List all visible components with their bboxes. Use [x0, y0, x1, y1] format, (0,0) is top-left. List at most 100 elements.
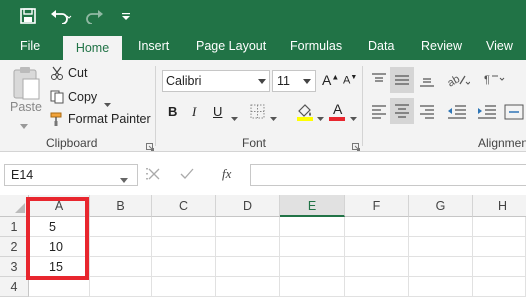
- cell-g2[interactable]: [409, 237, 473, 257]
- cell-g4[interactable]: [409, 277, 473, 297]
- increase-font-size-button[interactable]: A▲: [322, 72, 339, 88]
- tab-page-layout[interactable]: Page Layout: [186, 33, 276, 60]
- name-box[interactable]: E14: [4, 164, 138, 186]
- column-header-g[interactable]: G: [409, 195, 473, 217]
- column-header-h[interactable]: H: [473, 195, 526, 217]
- font-size-select[interactable]: 11: [272, 70, 316, 92]
- cell-e4[interactable]: [280, 277, 345, 297]
- name-box-dropdown-icon[interactable]: [120, 172, 128, 186]
- column-header-f[interactable]: F: [345, 195, 409, 217]
- fill-color-dropdown-icon[interactable]: [317, 110, 324, 124]
- insert-function-button[interactable]: fx: [222, 166, 231, 182]
- paste-label[interactable]: Paste: [10, 100, 42, 114]
- svg-text:ab: ab: [446, 73, 462, 88]
- decrease-font-size-button[interactable]: A▼: [343, 74, 357, 87]
- cell-g1[interactable]: [409, 217, 473, 237]
- format-painter-button[interactable]: Format Painter: [68, 112, 151, 126]
- cell-a4[interactable]: [29, 277, 90, 297]
- cut-button[interactable]: Cut: [68, 66, 87, 80]
- cell-b2[interactable]: [90, 237, 152, 257]
- cell-h4[interactable]: [473, 277, 526, 297]
- cell-b1[interactable]: [90, 217, 152, 237]
- cell-b3[interactable]: [90, 257, 152, 277]
- cancel-icon[interactable]: [148, 168, 160, 183]
- cell-d2[interactable]: [216, 237, 280, 257]
- underline-button[interactable]: U: [213, 104, 222, 119]
- paste-dropdown-icon[interactable]: [20, 118, 28, 132]
- top-align-icon[interactable]: [370, 72, 388, 91]
- cell-e2[interactable]: [280, 237, 345, 257]
- cell-e3[interactable]: [280, 257, 345, 277]
- cell-b4[interactable]: [90, 277, 152, 297]
- tab-insert[interactable]: Insert: [128, 33, 179, 60]
- copy-dropdown-icon[interactable]: [104, 96, 111, 110]
- cell-c1[interactable]: [152, 217, 216, 237]
- customize-dropdown-icon[interactable]: [118, 5, 134, 27]
- cell-f4[interactable]: [345, 277, 409, 297]
- wrap-text-icon[interactable]: ¶: [484, 72, 508, 89]
- cell-h3[interactable]: [473, 257, 526, 277]
- cell-f3[interactable]: [345, 257, 409, 277]
- cell-f1[interactable]: [345, 217, 409, 237]
- format-painter-icon[interactable]: [50, 112, 64, 129]
- align-right-icon[interactable]: [418, 104, 436, 123]
- borders-dropdown-icon[interactable]: [270, 110, 277, 124]
- cell-d4[interactable]: [216, 277, 280, 297]
- clipboard-group-label: Clipboard: [46, 136, 98, 150]
- paste-icon[interactable]: [10, 66, 42, 102]
- svg-text:¶: ¶: [484, 74, 490, 86]
- tab-review[interactable]: Review: [411, 33, 472, 60]
- row-header-4[interactable]: 4: [0, 277, 29, 297]
- cell-d1[interactable]: [216, 217, 280, 237]
- quick-access-toolbar: [0, 0, 526, 33]
- italic-button[interactable]: I: [192, 104, 196, 120]
- tab-formulas[interactable]: Formulas: [280, 33, 352, 60]
- font-color-dropdown-icon[interactable]: [350, 110, 357, 124]
- cut-icon[interactable]: [50, 66, 64, 83]
- cell-c4[interactable]: [152, 277, 216, 297]
- cell-c3[interactable]: [152, 257, 216, 277]
- formula-input[interactable]: [250, 164, 526, 186]
- tab-view[interactable]: View: [476, 33, 523, 60]
- underline-dropdown-icon[interactable]: [231, 110, 238, 124]
- copy-icon[interactable]: [50, 90, 64, 107]
- tab-home[interactable]: Home: [63, 36, 122, 60]
- copy-button[interactable]: Copy: [68, 90, 97, 104]
- cell-g3[interactable]: [409, 257, 473, 277]
- tab-file[interactable]: File: [10, 33, 50, 60]
- middle-align-icon[interactable]: [390, 67, 414, 93]
- select-all-button[interactable]: [0, 195, 29, 217]
- column-header-d[interactable]: D: [216, 195, 280, 217]
- undo-icon[interactable]: [48, 5, 74, 27]
- tab-data[interactable]: Data: [358, 33, 404, 60]
- enter-check-icon[interactable]: [180, 168, 194, 183]
- font-name-select[interactable]: Calibri: [162, 70, 270, 92]
- column-header-b[interactable]: B: [90, 195, 152, 217]
- cell-c2[interactable]: [152, 237, 216, 257]
- bold-button[interactable]: B: [168, 104, 177, 119]
- save-icon[interactable]: [16, 5, 40, 27]
- align-center-icon[interactable]: [390, 98, 414, 124]
- row-header-2[interactable]: 2: [0, 237, 29, 257]
- row-header-3[interactable]: 3: [0, 257, 29, 277]
- row-header-1[interactable]: 1: [0, 217, 29, 237]
- align-left-icon[interactable]: [370, 104, 388, 123]
- font-color-button[interactable]: A: [333, 101, 342, 117]
- column-header-c[interactable]: C: [152, 195, 216, 217]
- cell-h2[interactable]: [473, 237, 526, 257]
- cell-e1[interactable]: [280, 217, 345, 237]
- cell-h1[interactable]: [473, 217, 526, 237]
- cell-f2[interactable]: [345, 237, 409, 257]
- ribbon-home: Paste Cut Copy Format Painter Clipboard …: [0, 60, 526, 152]
- redo-icon[interactable]: [84, 5, 110, 27]
- fill-color-icon[interactable]: [296, 102, 314, 125]
- decrease-indent-icon[interactable]: [446, 104, 468, 123]
- merge-center-icon[interactable]: [504, 104, 524, 123]
- orientation-icon[interactable]: ab: [445, 70, 471, 91]
- alignment-group-label: Alignmen: [478, 136, 526, 150]
- borders-icon[interactable]: [250, 104, 266, 123]
- cell-d3[interactable]: [216, 257, 280, 277]
- increase-indent-icon[interactable]: [476, 104, 498, 123]
- column-header-e[interactable]: E: [280, 195, 345, 217]
- bottom-align-icon[interactable]: [418, 72, 436, 91]
